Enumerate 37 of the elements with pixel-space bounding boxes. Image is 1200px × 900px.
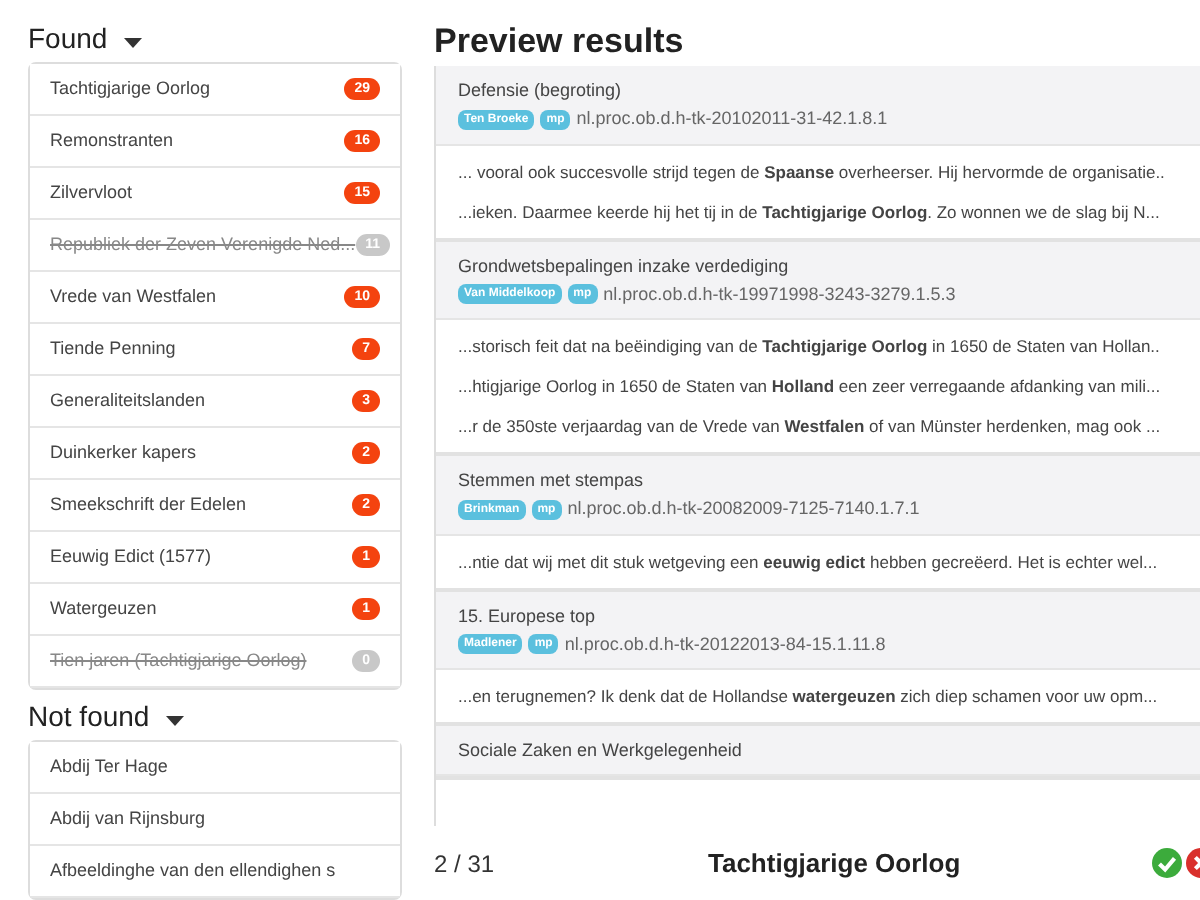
item-label: Republiek der Zeven Verenigde Ned... bbox=[50, 232, 356, 259]
item-label: Tachtigjarige Oorlog bbox=[50, 76, 211, 103]
caret-icon[interactable] bbox=[165, 716, 184, 727]
item-label: Tiende Penning bbox=[50, 336, 176, 363]
item-label: Smeekschrift der Edelen bbox=[50, 492, 247, 519]
snippet-text: ...en terugnemen? Ik denk dat de Hollandse watergeuzen zich diep schamen voor uw opm... bbox=[458, 684, 1160, 710]
result-title: 15. Europese top bbox=[458, 603, 598, 629]
item-label: Remonstranten bbox=[50, 128, 174, 155]
section-title: Found bbox=[28, 19, 108, 58]
page-title: Preview results bbox=[434, 20, 686, 64]
snippet-text: ...r de 350ste verjaardag van de Vrede van Westfalen of van Münster herdenken, mag ook ... bbox=[458, 414, 1163, 440]
item-label: Eeuwig Edict (1577) bbox=[50, 544, 212, 571]
item-label: Watergeuzen bbox=[50, 596, 157, 623]
list-item[interactable]: Abdij Ter Hage bbox=[30, 742, 400, 794]
snippet-text: ...ntie dat wij met dit stuk wetgeving een eeuwig edict hebben gecreëerd. Het is echter wel... bbox=[458, 549, 1160, 576]
document-id: nl.proc.ob.d.h-tk-20082009-7125-7140.1.7.1 bbox=[567, 496, 920, 522]
result-title: Stemmen met stempas bbox=[458, 468, 646, 494]
document-id: nl.proc.ob.d.h-tk-20102011-31-42.1.8.1 bbox=[576, 106, 888, 132]
caret-icon[interactable] bbox=[123, 37, 142, 48]
result-title: Sociale Zaken en Werkgelegenheid bbox=[458, 738, 744, 764]
page-counter: 2 / 31 bbox=[434, 847, 495, 881]
item-label: Generaliteitslanden bbox=[50, 388, 206, 415]
snippet-text: ...storisch feit dat na beëindiging van de Tachtigjarige Oorlog in 1650 de Staten van Hollan.. bbox=[458, 334, 1162, 360]
snippet-text: ... vooral ook succesvolle strijd tegen de Spaanse overheerser. Hij hervormde de organisatie.. bbox=[458, 159, 1167, 186]
item-label: Tien jaren (Tachtigjarige Oorlog) bbox=[50, 648, 307, 675]
check-icon[interactable] bbox=[1152, 848, 1182, 878]
result-title: Grondwetsbepalingen inzake verdediging bbox=[458, 253, 791, 279]
document-id: nl.proc.ob.d.h-tk-20122013-84-15.1.11.8 bbox=[564, 631, 886, 658]
item-label: Vrede van Westfalen bbox=[50, 284, 217, 311]
snippet-text: ...ieken. Daarmee keerde hij het tij in de Tachtigjarige Oorlog. Zo wonnen we de slag bij N... bbox=[458, 199, 1162, 226]
term-title: Tachtigjarige Oorlog bbox=[708, 845, 961, 882]
document-id: nl.proc.ob.d.h-tk-19971998-3243-3279.1.5.3 bbox=[603, 281, 956, 308]
section-title: Not found bbox=[28, 698, 150, 737]
item-label: Zilvervloot bbox=[50, 180, 133, 207]
result-title: Defensie (begroting) bbox=[458, 78, 624, 104]
item-label: Duinkerker kapers bbox=[50, 440, 197, 467]
snippet-text: ...htigjarige Oorlog in 1650 de Staten van Holland een zeer verregaande afdanking van mili... bbox=[458, 374, 1163, 400]
